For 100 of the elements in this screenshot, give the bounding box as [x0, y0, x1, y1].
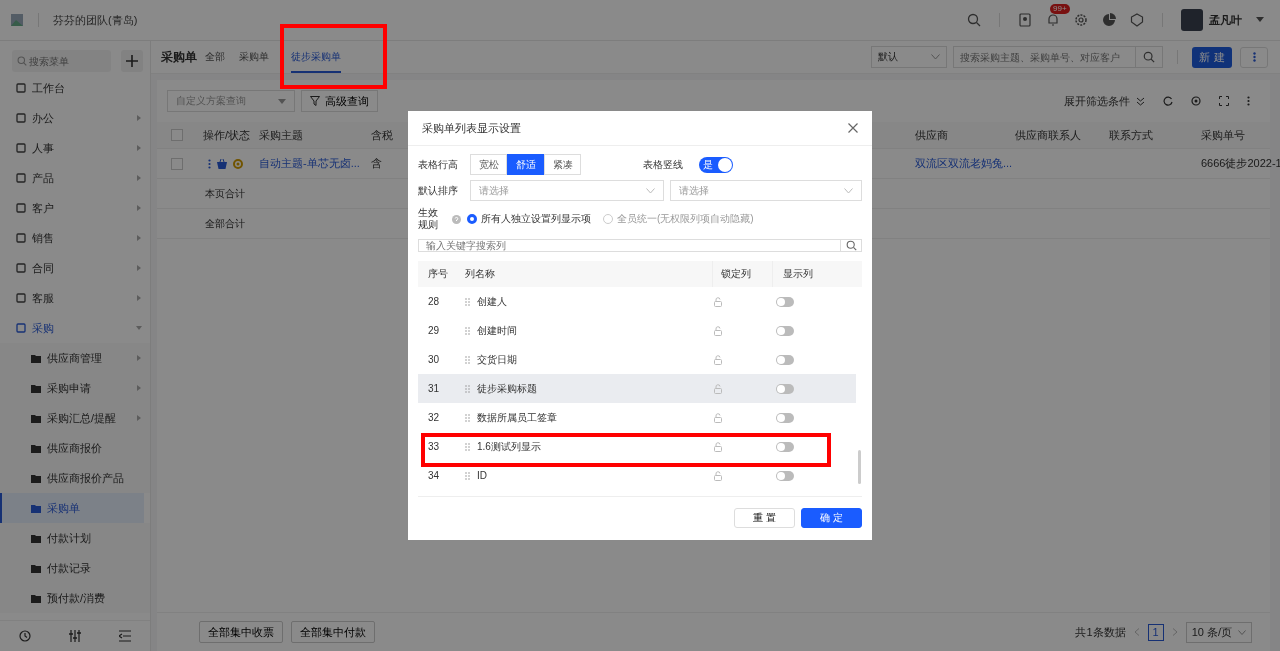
- user-name[interactable]: 孟凡叶: [1209, 12, 1242, 28]
- row-number: 32: [428, 412, 440, 423]
- sidebar-item[interactable]: 采购: [0, 313, 150, 343]
- row-height-option[interactable]: 紧凑: [544, 154, 581, 175]
- lock-icon[interactable]: [714, 470, 722, 481]
- show-column-toggle[interactable]: [776, 441, 794, 452]
- chevron-icon: [844, 187, 853, 194]
- footer-button[interactable]: 全部集中付款: [291, 621, 375, 643]
- show-column-toggle[interactable]: [776, 325, 794, 336]
- bell-icon[interactable]: [1046, 13, 1060, 27]
- pie-chart-icon[interactable]: [1102, 13, 1116, 27]
- checkbox[interactable]: [171, 129, 183, 141]
- tab[interactable]: 徒步采购单: [291, 41, 341, 73]
- checkbox[interactable]: [171, 157, 183, 170]
- show-column-toggle[interactable]: [776, 412, 794, 423]
- caret-icon[interactable]: [1256, 17, 1264, 23]
- refresh-icon[interactable]: [1163, 96, 1173, 106]
- more-icon[interactable]: [1247, 96, 1250, 106]
- drag-handle-icon[interactable]: [465, 297, 470, 306]
- subject-link[interactable]: 自动主题-单芯无卤...: [259, 156, 360, 171]
- settings-icon[interactable]: [1074, 13, 1088, 27]
- double-chevron-icon[interactable]: [1136, 96, 1145, 106]
- field-label: 默认排序: [418, 183, 459, 198]
- row-height-option[interactable]: 宽松: [470, 154, 507, 175]
- supplier-link[interactable]: 双流区双流老妈兔...: [915, 156, 1013, 171]
- table-cell: 含: [371, 156, 382, 171]
- sidebar-subitem[interactable]: 采购单: [0, 493, 144, 523]
- lock-icon[interactable]: [714, 325, 722, 336]
- search-button[interactable]: [841, 239, 862, 252]
- tab[interactable]: 全部: [205, 41, 225, 73]
- lock-icon[interactable]: [714, 412, 722, 423]
- contacts-icon[interactable]: [1018, 13, 1032, 27]
- folder-icon: [31, 383, 41, 393]
- confirm-button[interactable]: 确 定: [801, 508, 862, 528]
- sidebar-item[interactable]: 产品: [0, 163, 150, 193]
- advanced-query-button[interactable]: 高级查询: [301, 90, 378, 112]
- drag-handle-icon[interactable]: [465, 326, 470, 335]
- column-name: 徒步采购标题: [477, 381, 537, 396]
- show-column-toggle[interactable]: [776, 470, 794, 481]
- tab[interactable]: 采购单: [239, 41, 269, 73]
- menu-icon: [16, 83, 26, 93]
- lock-icon[interactable]: [714, 441, 722, 452]
- history-icon[interactable]: [19, 630, 31, 642]
- fullscreen-icon[interactable]: [1219, 96, 1229, 106]
- filter-select[interactable]: 默认: [871, 46, 947, 68]
- folder-icon: [31, 503, 41, 513]
- menu-icon: [16, 173, 26, 183]
- page-size-select[interactable]: 10 条/页: [1185, 621, 1252, 643]
- page-title: 采购单: [161, 48, 197, 66]
- sidebar-item[interactable]: 客服: [0, 283, 150, 313]
- sort-select[interactable]: 请选择: [470, 180, 664, 201]
- column-header: 锁定列: [721, 267, 751, 281]
- drag-handle-icon[interactable]: [465, 355, 470, 364]
- show-column-toggle[interactable]: [776, 296, 794, 307]
- column-header: 采购主题: [259, 127, 303, 143]
- lock-icon[interactable]: [714, 296, 722, 307]
- show-column-toggle[interactable]: [776, 354, 794, 365]
- sliders-icon[interactable]: [69, 630, 81, 642]
- search-field[interactable]: 搜索采购主题、采购单号、对应客户: [953, 46, 1136, 68]
- settings-icon[interactable]: [1191, 96, 1201, 106]
- reset-button[interactable]: 重 置: [734, 508, 795, 528]
- summary-label: 本页合计: [205, 186, 245, 201]
- drag-handle-icon[interactable]: [465, 442, 470, 451]
- drag-handle-icon[interactable]: [465, 384, 470, 393]
- caret-icon: [136, 415, 142, 421]
- lock-icon[interactable]: [714, 383, 722, 394]
- footer-button[interactable]: 全部集中收票: [199, 621, 283, 643]
- search-icon: [1143, 51, 1155, 63]
- add-button[interactable]: [121, 50, 143, 72]
- menu-icon: [16, 323, 26, 333]
- next-page-icon[interactable]: [1171, 628, 1178, 636]
- more-button[interactable]: [1240, 46, 1268, 68]
- close-icon[interactable]: [848, 123, 858, 133]
- previous-page-icon[interactable]: [1133, 628, 1140, 636]
- sidebar-item[interactable]: 工作台: [0, 73, 150, 103]
- plus-icon: [126, 55, 138, 67]
- drag-handle-icon[interactable]: [465, 471, 470, 480]
- collapse-menu-icon[interactable]: [119, 630, 131, 642]
- page-number[interactable]: 1: [1147, 623, 1164, 641]
- sort-order-select[interactable]: 请选择: [670, 180, 862, 201]
- sidebar-item[interactable]: 办公: [0, 103, 150, 133]
- search-icon[interactable]: [967, 13, 981, 27]
- sidebar-item[interactable]: 人事: [0, 133, 150, 163]
- avatar-placeholder[interactable]: [1181, 9, 1203, 31]
- search-button[interactable]: [1136, 46, 1163, 68]
- row-height-option[interactable]: 舒适: [507, 154, 544, 175]
- rule-radio[interactable]: 所有人独立设置列显示项: [467, 212, 591, 226]
- shield-icon[interactable]: [1130, 13, 1144, 27]
- new-button[interactable]: 新 建: [1192, 46, 1232, 68]
- sidebar-item[interactable]: 合同: [0, 253, 150, 283]
- help-icon[interactable]: [452, 214, 461, 224]
- grid-lines-toggle[interactable]: 是: [699, 156, 733, 173]
- more-icon[interactable]: [207, 158, 211, 169]
- show-column-toggle[interactable]: [776, 383, 794, 394]
- drag-handle-icon[interactable]: [465, 413, 470, 422]
- expand-filters-link[interactable]: 展开筛选条件: [1064, 93, 1130, 109]
- lock-icon[interactable]: [714, 354, 722, 365]
- column-search-field[interactable]: 输入关键字搜索列: [418, 239, 841, 252]
- sidebar-item[interactable]: 销售: [0, 223, 150, 253]
- sidebar-item[interactable]: 客户: [0, 193, 150, 223]
